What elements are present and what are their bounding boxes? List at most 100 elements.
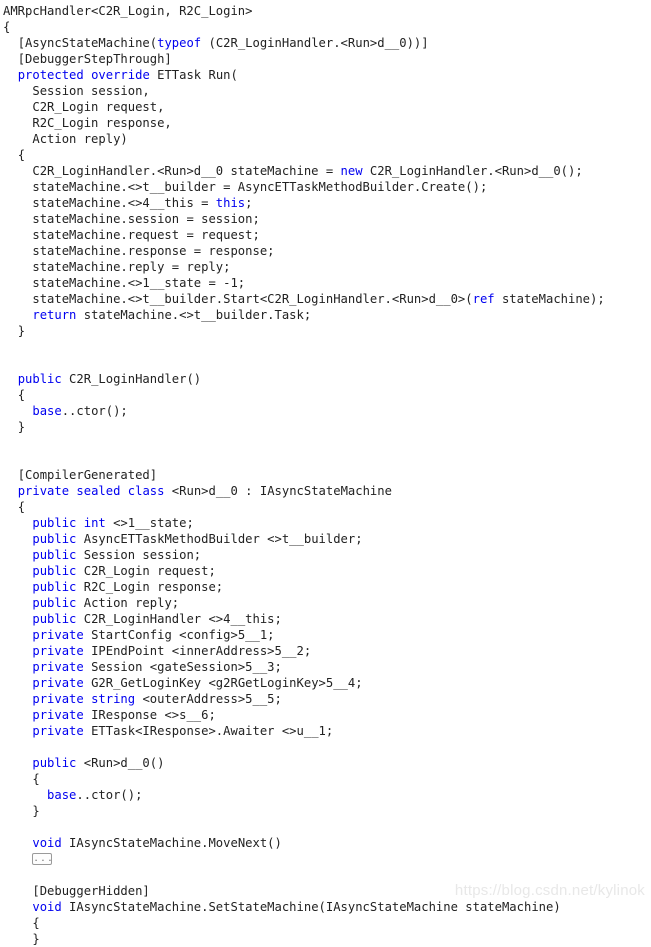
code-keyword: public: [32, 580, 77, 594]
code-line: private sealed class <Run>d__0 : IAsyncS…: [3, 483, 651, 499]
code-text: C2R_LoginHandler(): [61, 372, 202, 386]
code-keyword: private: [32, 660, 84, 674]
code-keyword: void: [32, 900, 62, 914]
code-text: C2R_LoginHandler <>4__this;: [76, 612, 282, 626]
code-keyword: private: [32, 708, 84, 722]
code-keyword: private: [32, 724, 84, 738]
code-text: Session session,: [32, 84, 150, 98]
code-text: }: [32, 804, 40, 818]
code-keyword: private: [32, 644, 84, 658]
code-line: {: [3, 771, 651, 787]
code-line: public AsyncETTaskMethodBuilder <>t__bui…: [3, 531, 651, 547]
code-line: }: [3, 419, 651, 435]
code-keyword: void: [32, 836, 62, 850]
watermark-text: https://blog.csdn.net/kylinok: [454, 882, 645, 899]
code-text: Action reply;: [76, 596, 180, 610]
code-text-area[interactable]: AMRpcHandler<C2R_Login, R2C_Login> { [Asy…: [3, 3, 651, 947]
code-keyword: base: [47, 788, 77, 802]
code-line: stateMachine.session = session;: [3, 211, 651, 227]
code-line: base..ctor();: [3, 403, 651, 419]
code-line: private IPEndPoint <innerAddress>5__2;: [3, 643, 651, 659]
code-line: C2R_Login request,: [3, 99, 651, 115]
code-line: private G2R_GetLoginKey <g2RGetLoginKey>…: [3, 675, 651, 691]
code-line: stateMachine.<>t__builder.Start<C2R_Logi…: [3, 291, 651, 307]
code-text: stateMachine.response = response;: [32, 244, 275, 258]
code-text: Action reply): [32, 132, 128, 146]
code-line: public C2R_LoginHandler <>4__this;: [3, 611, 651, 627]
code-viewer[interactable]: AMRpcHandler<C2R_Login, R2C_Login> { [Asy…: [0, 0, 651, 946]
code-text: {: [32, 916, 40, 930]
code-keyword: public: [32, 596, 77, 610]
code-line: AMRpcHandler<C2R_Login, R2C_Login>: [3, 3, 651, 19]
code-text: Session session;: [76, 548, 202, 562]
code-line: private ETTask<IResponse>.Awaiter <>u__1…: [3, 723, 651, 739]
code-keyword: protected: [17, 68, 84, 82]
code-keyword: public: [32, 516, 77, 530]
code-keyword: public: [17, 372, 62, 386]
code-text: stateMachine.<>t__builder = AsyncETTaskM…: [32, 180, 488, 194]
code-line: C2R_LoginHandler.<Run>d__0 stateMachine …: [3, 163, 651, 179]
code-line: private Session <gateSession>5__3;: [3, 659, 651, 675]
code-keyword: int: [83, 516, 106, 530]
code-line: ...: [3, 851, 651, 867]
code-text: (C2R_LoginHandler.<Run>d__0))]: [201, 36, 429, 50]
code-line: stateMachine.response = response;: [3, 243, 651, 259]
code-text: ..ctor();: [76, 788, 143, 802]
code-line: stateMachine.<>t__builder = AsyncETTaskM…: [3, 179, 651, 195]
code-text: ;: [245, 196, 253, 210]
code-line: void IAsyncStateMachine.SetStateMachine(…: [3, 899, 651, 915]
code-text: AMRpcHandler<C2R_Login, R2C_Login>: [3, 4, 253, 18]
code-line: [DebuggerStepThrough]: [3, 51, 651, 67]
code-text: C2R_LoginHandler.<Run>d__0 stateMachine …: [32, 164, 341, 178]
code-keyword: public: [32, 612, 77, 626]
code-text: AsyncETTaskMethodBuilder <>t__builder;: [76, 532, 363, 546]
code-text: ..ctor();: [61, 404, 128, 418]
code-text: stateMachine);: [494, 292, 605, 306]
code-text: stateMachine.reply = reply;: [32, 260, 231, 274]
code-line: private StartConfig <config>5__1;: [3, 627, 651, 643]
code-keyword: private: [32, 692, 84, 706]
code-text: Session <gateSession>5__3;: [83, 660, 282, 674]
code-line: return stateMachine.<>t__builder.Task;: [3, 307, 651, 323]
code-line: }: [3, 803, 651, 819]
code-line: public Action reply;: [3, 595, 651, 611]
code-text: <outerAddress>5__5;: [135, 692, 282, 706]
code-text: C2R_LoginHandler.<Run>d__0();: [362, 164, 583, 178]
code-text: <>1__state;: [105, 516, 194, 530]
collapsed-region-box[interactable]: ...: [32, 852, 55, 865]
code-line: public Session session;: [3, 547, 651, 563]
code-line: public C2R_LoginHandler(): [3, 371, 651, 387]
code-text: stateMachine.<>4__this =: [32, 196, 216, 210]
code-keyword: override: [91, 68, 150, 82]
ellipsis-icon: ...: [33, 853, 55, 864]
code-text: {: [32, 772, 40, 786]
code-line: R2C_Login response,: [3, 115, 651, 131]
